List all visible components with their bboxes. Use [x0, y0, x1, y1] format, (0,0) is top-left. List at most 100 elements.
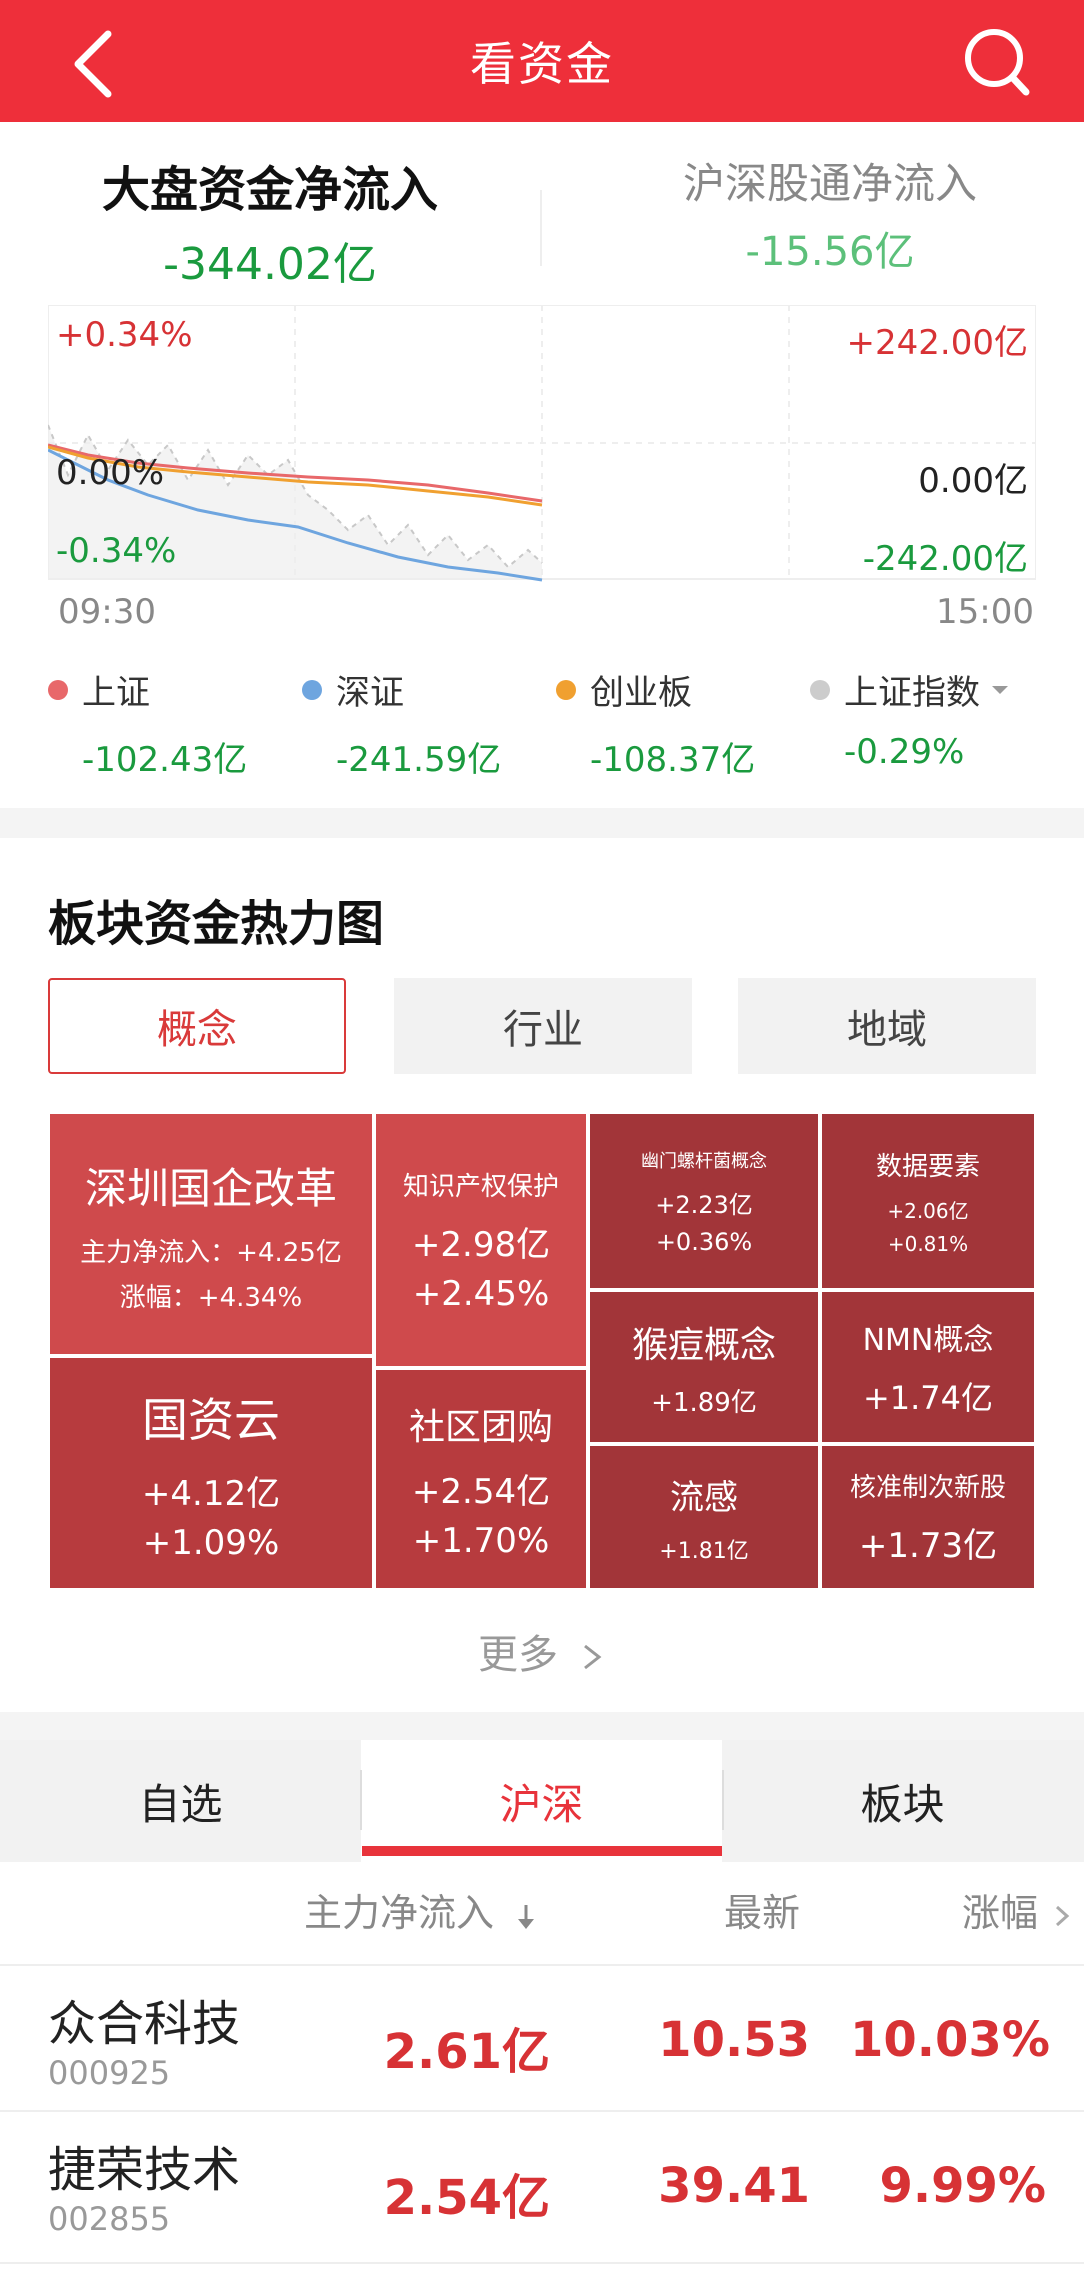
- legend-shanghai[interactable]: 上证 -102.43亿: [48, 665, 247, 781]
- cell-name: 社区团购: [408, 1406, 553, 1448]
- legend-shenzhen-label: 深证: [336, 673, 404, 713]
- cell-name: 深圳国企改革: [84, 1163, 337, 1213]
- tab-watchlist[interactable]: 自选: [0, 1740, 361, 1862]
- col-change-label: 涨幅: [962, 1891, 1039, 1935]
- cell-change: +0.81%: [887, 1232, 969, 1256]
- cell-name: 知识产权保护: [402, 1172, 559, 1202]
- legend-sh-index[interactable]: 上证指数 -0.29%: [810, 665, 1012, 772]
- legend-index-value: -0.29%: [844, 732, 965, 772]
- stock-code: 000925: [48, 2054, 171, 2092]
- sector-heatmap: 深圳国企改革 主力净流入：+4.25亿 涨幅：+4.34% 知识产权保护 +2.…: [48, 1112, 1036, 1590]
- legend-index-label: 上证指数: [844, 673, 980, 713]
- market-tabs: 自选 沪深 板块: [0, 1740, 1084, 1862]
- stock-inflow: 2.54亿: [383, 2170, 550, 2226]
- heat-cell-monkeypox[interactable]: 猴痘概念 +1.89亿: [588, 1290, 820, 1444]
- chinext-dot: [556, 679, 576, 700]
- cell-inflow: +1.89亿: [651, 1387, 757, 1418]
- y-right-max: +242.00亿: [846, 323, 1028, 363]
- stock-change: 10.03%: [850, 2012, 1050, 2068]
- row-separator: [0, 2110, 1084, 2112]
- northbound-inflow-label: 沪深股通净流入: [682, 159, 977, 208]
- cell-name: 核准制次新股: [849, 1473, 1006, 1503]
- heat-cell-flu[interactable]: 流感 +1.81亿: [588, 1444, 820, 1590]
- app-header: 看资金: [0, 0, 1084, 122]
- legend-chinext-value: -108.37亿: [590, 740, 756, 780]
- cell-name: NMN概念: [862, 1323, 994, 1358]
- chevron-right-icon: [1056, 1905, 1070, 1926]
- cell-change: +1.70%: [412, 1520, 550, 1561]
- stock-name: 众合科技: [48, 1996, 241, 2052]
- heat-cell-new-ipo[interactable]: 核准制次新股 +1.73亿: [820, 1444, 1036, 1590]
- cell-change: 涨幅：+4.34%: [119, 1282, 303, 1313]
- northbound-inflow-value: -15.56亿: [745, 229, 915, 275]
- market-inflow-label: 大盘资金净流入: [101, 162, 438, 218]
- tab-industry[interactable]: 行业: [394, 978, 692, 1074]
- stock-code: 002855: [48, 2200, 171, 2238]
- cell-inflow: 主力净流入：+4.25亿: [80, 1237, 342, 1268]
- y-left-zero: 0.00%: [56, 453, 165, 493]
- legend-shanghai-value: -102.43亿: [82, 740, 248, 780]
- heat-cell-data-elements[interactable]: 数据要素 +2.06亿 +0.81%: [820, 1112, 1036, 1290]
- legend-chinext-label: 创业板: [590, 673, 692, 713]
- cell-inflow: +1.73亿: [858, 1526, 998, 1566]
- legend-shenzhen-value: -241.59亿: [336, 740, 502, 780]
- y-right-zero: 0.00亿: [918, 461, 1028, 501]
- tab-separator: [722, 1770, 724, 1830]
- stock-name: 捷荣技术: [48, 2142, 241, 2198]
- cell-name: 猴痘概念: [631, 1324, 776, 1366]
- stock-latest: 39.41: [658, 2158, 810, 2214]
- cell-inflow: +1.81亿: [659, 1538, 749, 1564]
- index-dot: [810, 679, 830, 700]
- cell-inflow: +2.54亿: [411, 1471, 551, 1512]
- shanghai-dot: [48, 679, 68, 700]
- heat-cell-community-buy[interactable]: 社区团购 +2.54亿 +1.70%: [374, 1368, 588, 1590]
- tab-divider: [540, 190, 542, 266]
- col-main-inflow[interactable]: 主力净流入: [304, 1882, 538, 1937]
- stock-latest: 10.53: [658, 2012, 810, 2068]
- heat-cell-nmn[interactable]: NMN概念 +1.74亿: [820, 1290, 1036, 1444]
- tab-concept[interactable]: 概念: [48, 978, 346, 1074]
- legend-shanghai-label: 上证: [82, 673, 150, 713]
- chevron-right-icon: [583, 1644, 602, 1670]
- y-left-max: +0.34%: [56, 315, 193, 355]
- stock-change: 9.99%: [879, 2158, 1046, 2214]
- stock-inflow: 2.61亿: [383, 2024, 550, 2080]
- tab-region[interactable]: 地域: [738, 978, 1036, 1074]
- intraday-flow-chart[interactable]: +0.34% 0.00% -0.34% +242.00亿 0.00亿 -242.…: [48, 305, 1036, 585]
- cell-inflow: +2.98亿: [411, 1225, 551, 1265]
- col-latest[interactable]: 最新: [724, 1882, 800, 1937]
- market-inflow-value: -344.02亿: [163, 239, 377, 290]
- back-icon[interactable]: [60, 22, 140, 102]
- tab-sector[interactable]: 板块: [722, 1740, 1083, 1862]
- y-left-min: -0.34%: [56, 531, 177, 571]
- cell-change: +2.45%: [412, 1274, 550, 1314]
- shenzhen-dot: [302, 679, 322, 700]
- tab-northbound-inflow[interactable]: 沪深股通净流入 -15.56亿: [640, 150, 1020, 277]
- heat-cell-state-cloud[interactable]: 国资云 +4.12亿 +1.09%: [48, 1356, 374, 1590]
- page-title: 看资金: [470, 37, 614, 91]
- more-button[interactable]: 更多: [478, 1622, 607, 1680]
- legend-shenzhen[interactable]: 深证 -241.59亿: [302, 665, 501, 781]
- tab-sh-sz[interactable]: 沪深: [361, 1740, 722, 1862]
- time-end: 15:00: [936, 592, 1034, 632]
- col-change[interactable]: 涨幅: [962, 1882, 1070, 1937]
- heat-cell-shenzhen-soe[interactable]: 深圳国企改革 主力净流入：+4.25亿 涨幅：+4.34%: [48, 1112, 374, 1356]
- heat-cell-hp-concept[interactable]: 幽门螺杆菌概念 +2.23亿 +0.36%: [588, 1112, 820, 1290]
- cell-name: 国资云: [142, 1392, 280, 1447]
- chart-legend: 上证 -102.43亿 深证 -241.59亿 创业板 -108.37亿 上证指…: [0, 665, 1084, 780]
- cell-name: 数据要素: [875, 1152, 980, 1182]
- cell-name: 流感: [670, 1477, 738, 1518]
- search-icon[interactable]: [956, 18, 1036, 104]
- heatmap-title: 板块资金热力图: [48, 896, 385, 952]
- time-start: 09:30: [58, 592, 156, 632]
- tab-market-inflow[interactable]: 大盘资金净流入 -344.02亿: [80, 150, 460, 292]
- y-right-min: -242.00亿: [862, 539, 1028, 579]
- row-separator: [0, 2262, 1084, 2264]
- section-divider: [0, 808, 1084, 838]
- heat-cell-ip-protection[interactable]: 知识产权保护 +2.98亿 +2.45%: [374, 1112, 588, 1368]
- tab-separator: [360, 1770, 362, 1830]
- dropdown-icon[interactable]: [988, 678, 1012, 702]
- cell-inflow: +1.74亿: [862, 1379, 994, 1417]
- flow-tabs: 大盘资金净流入 -344.02亿 沪深股通净流入 -15.56亿: [0, 150, 1084, 290]
- legend-chinext[interactable]: 创业板 -108.37亿: [556, 665, 755, 781]
